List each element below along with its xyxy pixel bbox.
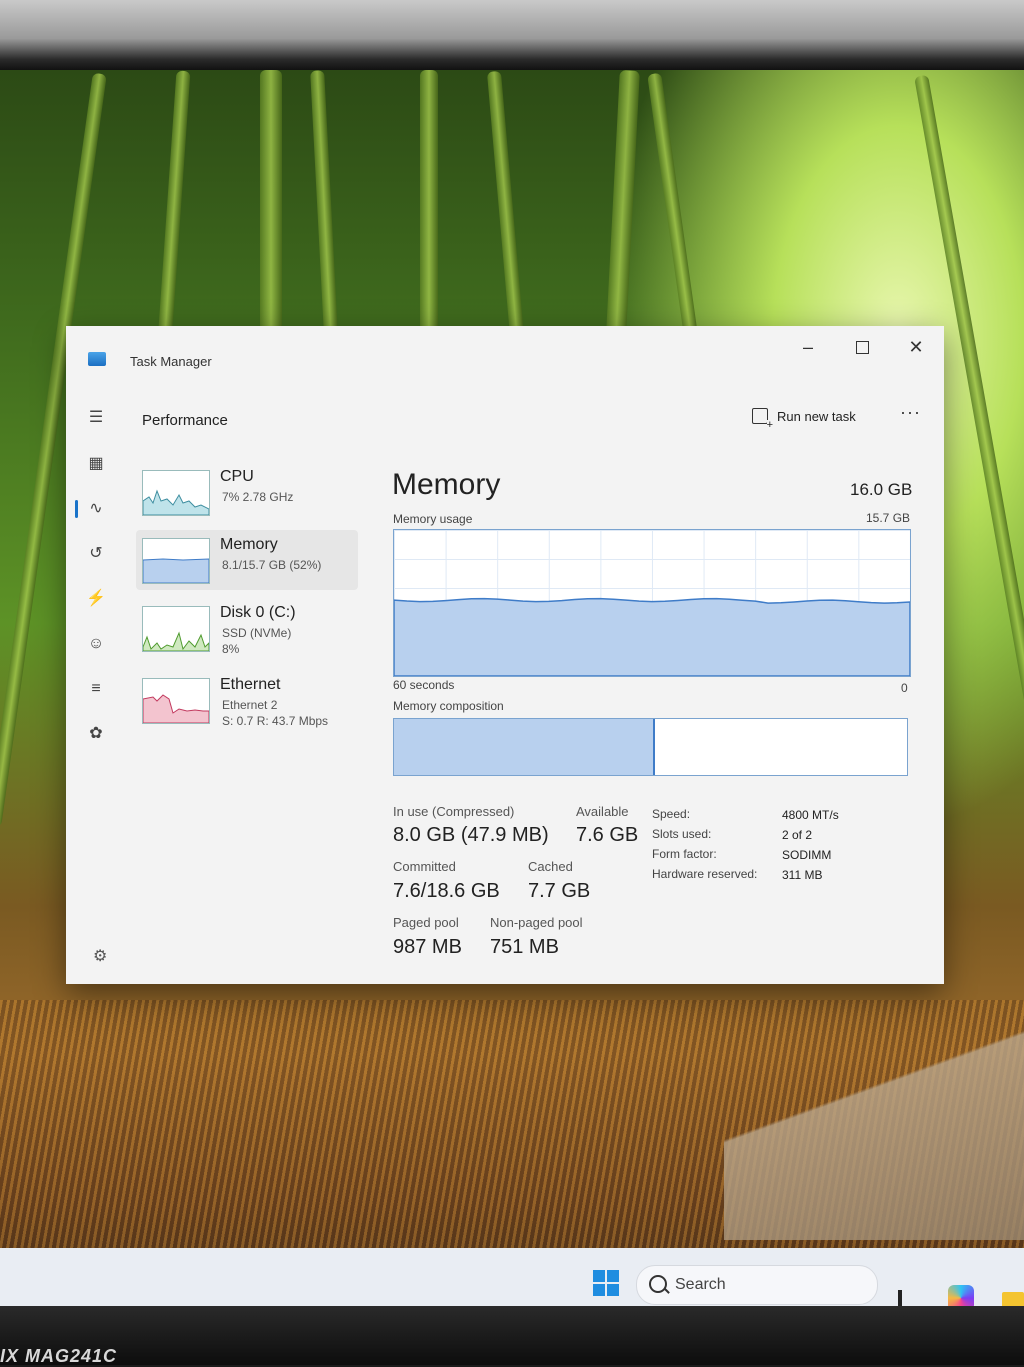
memory-usage-max: 15.7 GB (866, 511, 911, 525)
hardware-reserved-label: Hardware reserved: (652, 867, 758, 881)
ethernet-adapter: Ethernet 2 (222, 698, 278, 712)
in-use-label: In use (Compressed) (393, 804, 515, 819)
memory-total: 16.0 GB (850, 480, 913, 499)
cached-label: Cached (528, 859, 573, 874)
startup-apps-icon[interactable]: ⚡ (84, 587, 108, 611)
minimize-button[interactable]: – (786, 332, 830, 362)
monitor-bezel-top (0, 0, 1024, 70)
non-paged-pool-value: 751 MB (490, 936, 559, 958)
close-button[interactable]: ✕ (894, 332, 938, 362)
committed-label: Committed (393, 859, 456, 874)
settings-gear-icon[interactable]: ⚙ (93, 946, 107, 966)
sidebar-item-memory[interactable]: Memory 8.1/15.7 GB (52%) (136, 530, 358, 590)
hamburger-menu-icon[interactable]: ☰ (84, 406, 108, 430)
ethernet-thumbnail-graph (142, 678, 210, 724)
task-manager-window: Task Manager – ✕ ☰ ▦ ∿ ↺ ⚡ ☺ ≡ ✿ ⚙ Perfo… (66, 326, 944, 984)
non-paged-pool-label: Non-paged pool (490, 915, 583, 930)
run-new-task-button[interactable]: Run new task (752, 408, 856, 430)
ethernet-label: Ethernet (220, 676, 281, 693)
window-title: Task Manager (130, 354, 212, 369)
sidebar-item-ethernet[interactable]: Ethernet Ethernet 2 S: 0.7 R: 43.7 Mbps (136, 670, 358, 730)
memory-label: Memory (220, 536, 278, 553)
speed-label: Speed: (652, 807, 691, 821)
details-icon[interactable]: ≡ (84, 677, 108, 701)
speed-value: 4800 MT/s (782, 808, 839, 822)
maximize-button[interactable] (840, 332, 884, 362)
app-history-icon[interactable]: ↺ (84, 542, 108, 566)
memory-stats: 8.1/15.7 GB (52%) (222, 558, 322, 572)
memory-usage-label: Memory usage (393, 512, 473, 526)
memory-heading: Memory (392, 468, 501, 501)
available-label: Available (576, 804, 629, 819)
form-factor-label: Form factor: (652, 847, 717, 861)
graph-time-axis-label: 60 seconds (393, 678, 455, 692)
memory-composition-label: Memory composition (393, 699, 504, 713)
disk-thumbnail-graph (142, 606, 210, 652)
maximize-icon (855, 340, 869, 354)
task-manager-app-icon (88, 352, 106, 366)
windows-start-icon[interactable] (593, 1270, 619, 1296)
taskbar-search[interactable]: Search (636, 1265, 878, 1305)
cached-value: 7.7 GB (528, 880, 591, 902)
disk-label: Disk 0 (C:) (220, 604, 296, 621)
nav-rail: ☰ ▦ ∿ ↺ ⚡ ☺ ≡ ✿ (66, 394, 128, 984)
memory-composition-bar (393, 718, 908, 776)
sidebar-item-disk[interactable]: Disk 0 (C:) SSD (NVMe) 8% (136, 598, 358, 658)
title-bar[interactable]: Task Manager – ✕ (66, 326, 944, 394)
cpu-stats: 7% 2.78 GHz (222, 490, 294, 504)
run-new-task-label: Run new task (777, 408, 856, 424)
run-task-icon (752, 408, 773, 430)
hardware-reserved-value: 311 MB (782, 868, 823, 882)
disk-usage: 8% (222, 642, 240, 656)
ethernet-throughput: S: 0.7 R: 43.7 Mbps (222, 714, 329, 728)
memory-usage-graph (393, 529, 911, 677)
performance-icon[interactable]: ∿ (84, 497, 108, 521)
paged-pool-label: Paged pool (393, 915, 459, 930)
memory-in-use-segment (394, 719, 656, 775)
search-icon (649, 1275, 667, 1293)
monitor-bezel-bottom (0, 1306, 1024, 1365)
form-factor-value: SODIMM (782, 848, 832, 862)
page-title: Performance (142, 412, 228, 429)
taskbar-search-label: Search (675, 1276, 726, 1293)
committed-value: 7.6/18.6 GB (393, 880, 500, 902)
cpu-thumbnail-graph (142, 470, 210, 516)
slots-used-value: 2 of 2 (782, 828, 813, 842)
in-use-value: 8.0 GB (47.9 MB) (393, 824, 549, 846)
sidebar-item-cpu[interactable]: CPU 7% 2.78 GHz (136, 462, 358, 522)
graph-axis-zero: 0 (901, 681, 908, 695)
slots-used-label: Slots used: (652, 827, 712, 841)
monitor-brand-label: IX MAG241C (0, 1346, 118, 1366)
more-options-button[interactable]: ··· (900, 402, 921, 423)
disk-type: SSD (NVMe) (222, 626, 292, 640)
services-icon[interactable]: ✿ (84, 722, 108, 746)
processes-icon[interactable]: ▦ (84, 452, 108, 476)
paged-pool-value: 987 MB (393, 936, 462, 958)
cpu-label: CPU (220, 468, 254, 485)
users-icon[interactable]: ☺ (84, 632, 108, 656)
nav-active-indicator (75, 500, 78, 518)
available-value: 7.6 GB (576, 824, 639, 846)
memory-usage-area (394, 597, 910, 676)
memory-thumbnail-graph (142, 538, 210, 584)
